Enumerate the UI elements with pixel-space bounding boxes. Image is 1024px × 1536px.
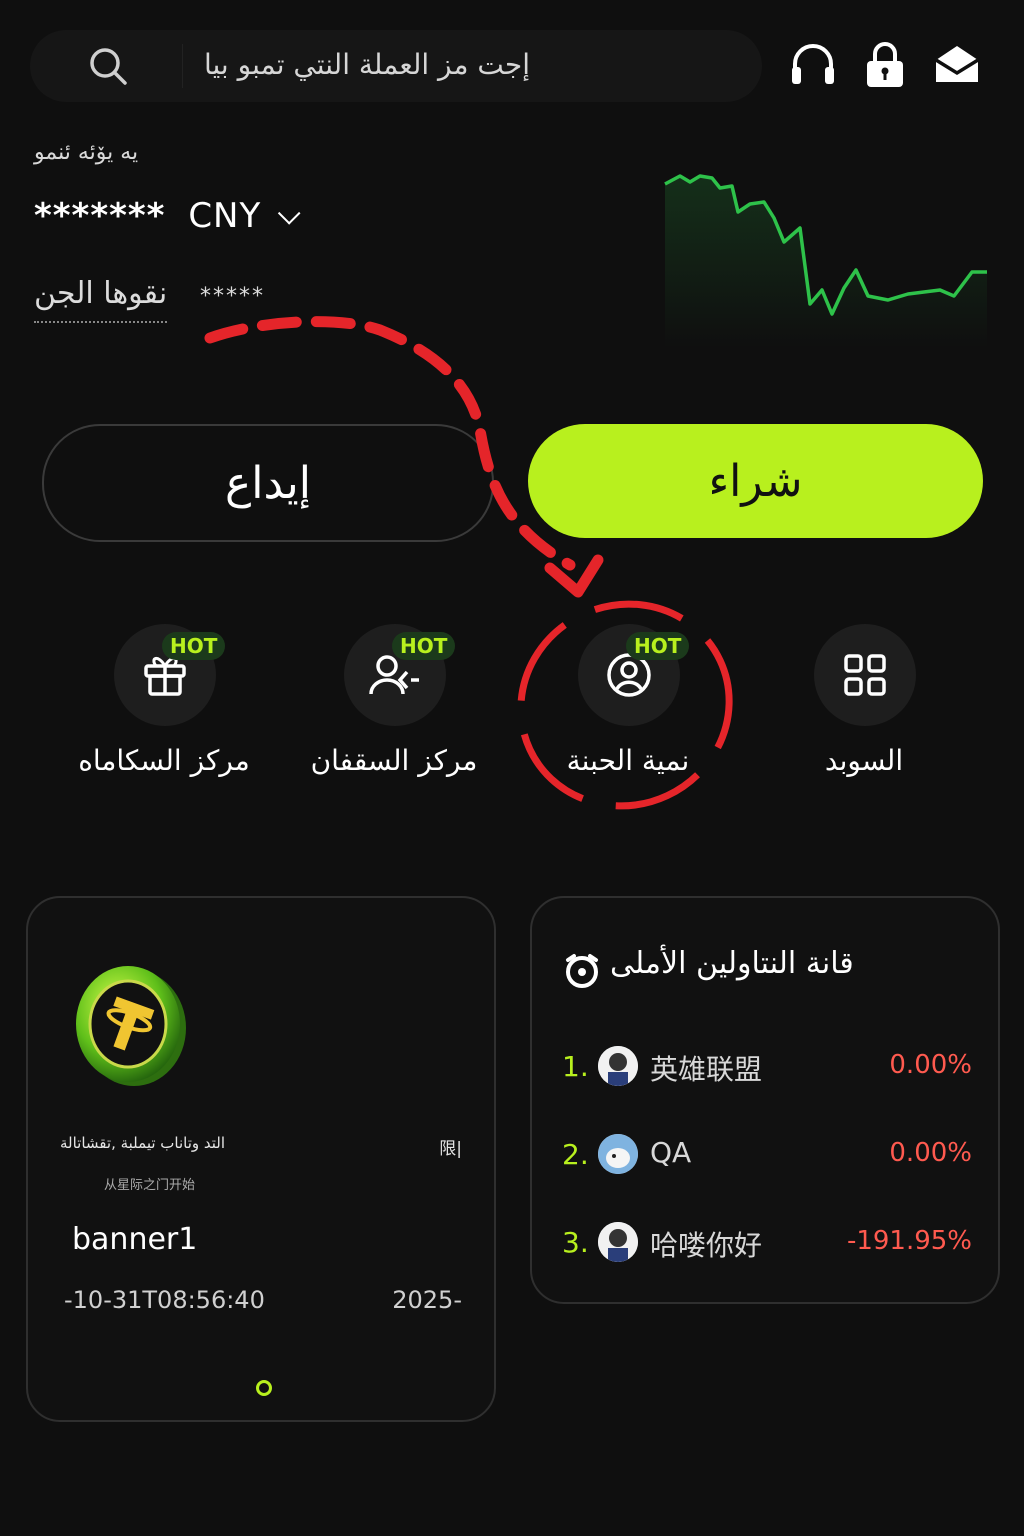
- banner-date-time: -10-31T08:56:40: [64, 1286, 265, 1314]
- quick-action-copy-center[interactable]: HOT مركز السقفان: [294, 624, 494, 794]
- trophy-icon: [566, 954, 598, 988]
- tether-coin-icon: [76, 966, 186, 1086]
- search-input[interactable]: إجت مز العملة النتي تمبو بيا: [204, 48, 530, 81]
- quick-action-profile[interactable]: HOT نمية الحبنة: [528, 624, 728, 794]
- leaderboard-row[interactable]: 3. 哈喽你好 -191.95%: [562, 1218, 972, 1268]
- carousel-indicator[interactable]: [256, 1380, 272, 1396]
- banner-subtitle: 从星际之门开始: [104, 1178, 196, 1193]
- leaderboard-row[interactable]: 1. 英雄联盟 0.00%: [562, 1042, 972, 1092]
- search-divider: [182, 44, 183, 88]
- chevron-down-icon: [277, 202, 301, 225]
- balance-value: *******: [34, 196, 166, 236]
- balance-sparkline: [664, 174, 987, 348]
- hot-badge: HOT: [162, 632, 226, 660]
- leaderboard-title: قانة النتاولين الأملى: [610, 946, 854, 981]
- quick-action-rewards-center[interactable]: HOT مركز السكاماه: [64, 624, 264, 794]
- deposit-button[interactable]: إيداع: [42, 424, 494, 542]
- leaderboard-pct: 0.00%: [889, 1050, 972, 1080]
- pnl-value: *****: [200, 284, 265, 309]
- leaderboard-rank: 1.: [562, 1050, 589, 1083]
- banner-card[interactable]: التد وتاناب تيملبة ,تقشاتالة 限| 从星际之门开始 …: [26, 896, 496, 1422]
- grid-icon: [814, 624, 916, 726]
- account-label: ﻳﻪ ﻳﯚﺋﻪ ﺋﻨﻤﻮ: [34, 140, 139, 165]
- leaderboard-card[interactable]: قانة النتاولين الأملى 1. 英雄联盟 0.00% 2. Q…: [530, 896, 1000, 1304]
- avatar: [598, 1134, 638, 1174]
- hot-badge: HOT: [626, 632, 690, 660]
- banner-text-cjk: 限|: [439, 1139, 462, 1159]
- hot-badge: HOT: [392, 632, 456, 660]
- search-icon: [90, 48, 127, 85]
- leaderboard-rank: 2.: [562, 1138, 589, 1171]
- leaderboard-pct: -191.95%: [846, 1226, 972, 1256]
- lock-icon[interactable]: [860, 40, 910, 90]
- pnl-label[interactable]: نقوها الجن: [34, 276, 168, 323]
- headset-icon[interactable]: [788, 40, 838, 90]
- leaderboard-row[interactable]: 2. QA 0.00%: [562, 1130, 972, 1180]
- buy-button[interactable]: شراء: [528, 424, 983, 538]
- avatar: [598, 1222, 638, 1262]
- banner-date-year: 2025-: [392, 1286, 462, 1314]
- banner-title: banner1: [72, 1222, 198, 1257]
- mail-icon[interactable]: [932, 40, 982, 90]
- currency-selector[interactable]: CNY: [188, 196, 261, 236]
- leaderboard-pct: 0.00%: [889, 1138, 972, 1168]
- quick-action-more[interactable]: السوبد: [764, 624, 964, 794]
- quick-action-label: السوبد: [824, 744, 904, 777]
- balance-display[interactable]: ******* CNY: [34, 196, 301, 236]
- leaderboard-rank: 3.: [562, 1226, 589, 1259]
- leaderboard-name: 英雄联盟: [650, 1053, 763, 1086]
- avatar: [598, 1046, 638, 1086]
- banner-text: التد وتاناب تيملبة ,تقشاتالة: [60, 1134, 226, 1152]
- leaderboard-name: QA: [650, 1136, 692, 1169]
- search-bar[interactable]: إجت مز العملة النتي تمبو بيا: [30, 30, 762, 102]
- leaderboard-name: 哈喽你好: [650, 1229, 763, 1262]
